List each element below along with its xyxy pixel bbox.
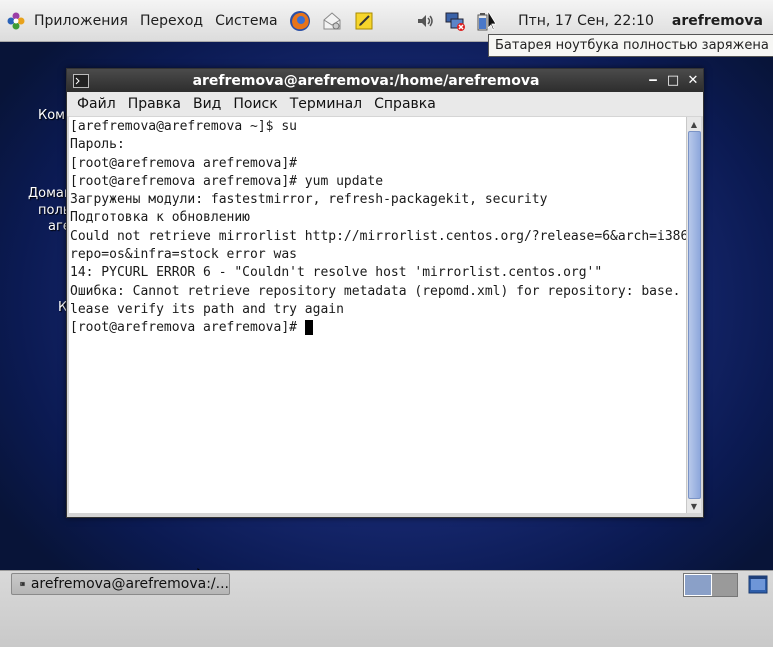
workspace-1[interactable] [684, 574, 712, 596]
applications-logo-icon[interactable] [6, 11, 26, 31]
terminal-line: lease verify its path and try again [70, 301, 344, 317]
terminal-line: Пароль: [70, 137, 125, 153]
menu-view[interactable]: Вид [187, 96, 227, 112]
menu-applications[interactable]: Приложения [28, 0, 134, 41]
terminal-line: [root@arefremova arefremova]# [70, 155, 297, 171]
menu-edit[interactable]: Правка [122, 96, 187, 112]
terminal-icon [20, 581, 25, 587]
menu-help[interactable]: Справка [368, 96, 442, 112]
terminal-prompt: [root@arefremova arefremova]# [70, 320, 305, 336]
clock[interactable]: Птн, 17 Сен, 22:10 [518, 13, 654, 29]
terminal-line: Загружены модули: fastestmirror, refresh… [70, 192, 548, 208]
menu-search[interactable]: Поиск [227, 96, 283, 112]
terminal-window[interactable]: arefremova@arefremova:/home/arefremova ‒… [66, 68, 704, 518]
desktop-icon-computer-label[interactable]: Ком [38, 108, 65, 123]
trash-icon[interactable] [747, 573, 769, 595]
network-icon[interactable] [444, 10, 466, 32]
terminal-line: Could not retrieve mirrorlist http://mir… [70, 228, 686, 244]
mail-icon[interactable] [320, 9, 344, 33]
menu-file[interactable]: Файл [71, 96, 122, 112]
terminal-titlebar[interactable]: arefremova@arefremova:/home/arefremova ‒… [67, 69, 703, 92]
terminal-output[interactable]: [arefremova@arefremova ~]$ su Пароль: [r… [69, 117, 686, 513]
text-cursor [304, 320, 313, 336]
terminal-icon [73, 73, 89, 88]
battery-icon[interactable] [474, 9, 497, 32]
workspace-switcher[interactable] [683, 573, 738, 597]
terminal-scrollbar[interactable]: ▲ ▼ [686, 117, 701, 513]
scroll-down-arrow-icon[interactable]: ▼ [687, 499, 701, 513]
notes-icon[interactable] [352, 9, 376, 33]
battery-tooltip: Батарея ноутбука полностью заряжена [488, 34, 773, 57]
terminal-title: arefremova@arefremova:/home/arefremova [192, 72, 540, 89]
user-switcher[interactable]: arefremova [672, 13, 763, 29]
terminal-line: Ошибка: Cannot retrieve repository metad… [70, 283, 686, 299]
terminal-menubar: Файл Правка Вид Поиск Терминал Справка [67, 92, 703, 116]
scroll-up-arrow-icon[interactable]: ▲ [687, 117, 701, 131]
bottom-panel: arefremova@arefremova:/... [0, 570, 773, 647]
terminal-line: 14: PYCURL ERROR 6 - "Couldn't resolve h… [70, 265, 603, 281]
minimize-button[interactable]: ‒ [643, 73, 663, 88]
terminal-prompt-line[interactable]: [root@arefremova arefremova]# [69, 318, 686, 336]
volume-icon[interactable] [414, 10, 436, 32]
close-button[interactable]: ✕ [683, 73, 703, 88]
taskbar-terminal-button[interactable]: arefremova@arefremova:/... [11, 573, 230, 595]
terminal-line: [arefremova@arefremova ~]$ su [70, 119, 297, 134]
terminal-line: [root@arefremova arefremova]# yum update [70, 173, 384, 189]
firefox-icon[interactable] [288, 9, 312, 33]
scrollbar-thumb[interactable] [688, 131, 701, 499]
maximize-button[interactable]: □ [663, 73, 683, 88]
menu-terminal[interactable]: Терминал [284, 96, 368, 112]
workspace-2[interactable] [711, 574, 737, 596]
taskbar-terminal-label: arefremova@arefremova:/... [30, 576, 229, 592]
terminal-line: Подготовка к обновлению [70, 210, 251, 226]
menu-places[interactable]: Переход [134, 0, 209, 41]
terminal-line: repo=os&infra=stock error was [70, 247, 297, 263]
menu-system[interactable]: Система [209, 0, 283, 41]
